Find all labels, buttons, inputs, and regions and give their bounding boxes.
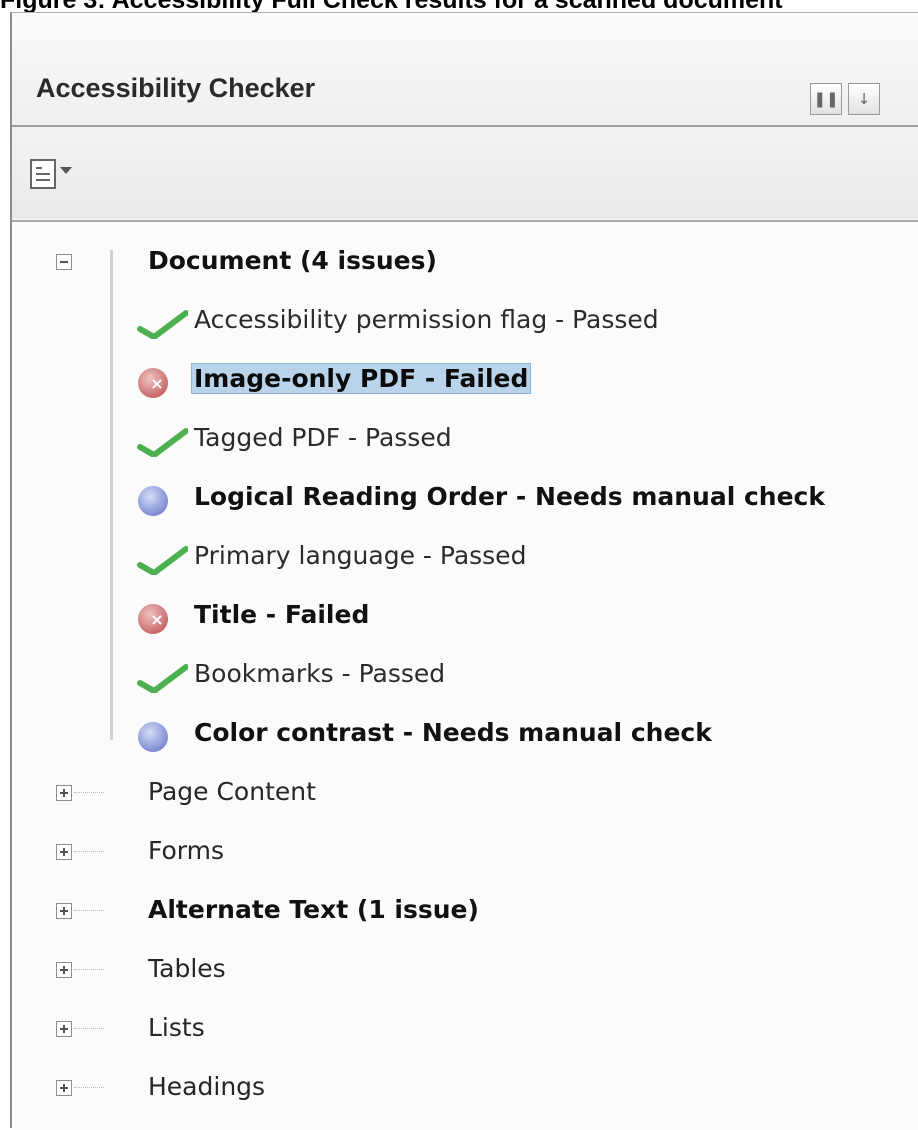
failed-status-icon: × — [134, 366, 188, 398]
expand-toggle-icon[interactable] — [56, 785, 72, 801]
tree-category[interactable]: Forms — [12, 832, 918, 876]
options-menu-button[interactable] — [30, 157, 86, 193]
tree-category-label: Page Content — [148, 777, 316, 806]
tree-category[interactable]: Document (4 issues) — [12, 242, 918, 286]
tree-category-label: Document (4 issues) — [148, 246, 437, 275]
tree-connector — [74, 1087, 104, 1089]
tree-connector — [74, 851, 104, 853]
check-passed-icon — [137, 546, 188, 575]
tree-item[interactable]: Logical Reading Order - Needs manual che… — [12, 478, 918, 522]
tree-item[interactable]: Tagged PDF - Passed — [12, 419, 918, 463]
tree-connector — [74, 1028, 104, 1030]
check-passed-icon — [137, 428, 188, 457]
passed-status-icon — [134, 661, 188, 693]
panel-title: Accessibility Checker — [36, 73, 316, 103]
results-tree: Document (4 issues) Accessibility permiss… — [12, 220, 918, 1130]
accessibility-checker-panel: Accessibility Checker ❚❚ ↓ Document (4 i… — [10, 12, 918, 1130]
check-passed-icon — [137, 310, 188, 339]
tree-item-label: Tagged PDF - Passed — [194, 423, 452, 452]
tree-item[interactable]: Accessibility permission flag - Passed — [12, 301, 918, 345]
tree-connector — [74, 792, 104, 794]
arrow-down-icon: ↓ — [857, 89, 871, 108]
tree-category-label: Lists — [148, 1013, 205, 1042]
tree-item-label: Primary language - Passed — [194, 541, 527, 570]
manual-check-status-icon — [134, 484, 188, 516]
error-circle-icon: × — [138, 604, 168, 634]
expand-toggle-icon[interactable] — [56, 903, 72, 919]
x-mark-icon: × — [150, 610, 164, 629]
list-options-icon — [30, 159, 56, 189]
chevron-down-icon — [60, 167, 72, 174]
collapse-panel-button[interactable]: ❚❚ — [810, 83, 842, 115]
move-down-button[interactable]: ↓ — [848, 83, 880, 115]
tree-category[interactable]: Lists — [12, 1009, 918, 1053]
expand-toggle-icon[interactable] — [56, 1080, 72, 1096]
tree-category-label: Tables — [148, 954, 226, 983]
figure-caption: Figure 3: Accessibility Full Check resul… — [0, 0, 918, 12]
tree-item-label: Accessibility permission flag - Passed — [194, 305, 659, 334]
tree-category[interactable]: Page Content — [12, 773, 918, 817]
tree-item[interactable]: Primary language - Passed — [12, 537, 918, 581]
tree-category[interactable]: Headings — [12, 1068, 918, 1112]
error-circle-icon: × — [138, 368, 168, 398]
tree-item-label: Logical Reading Order - Needs manual che… — [194, 482, 826, 511]
tree-item[interactable]: Color contrast - Needs manual check — [12, 714, 918, 758]
passed-status-icon — [134, 425, 188, 457]
tree-category[interactable]: Alternate Text (1 issue) — [12, 891, 918, 935]
panel-toolbar — [12, 127, 918, 219]
tree-connector — [74, 969, 104, 971]
x-mark-icon: × — [150, 374, 164, 393]
double-bar-icon: ❚❚ — [813, 89, 839, 108]
tree-item-label: Image-only PDF - Failed — [190, 363, 532, 394]
expand-toggle-icon[interactable] — [56, 962, 72, 978]
passed-status-icon — [134, 307, 188, 339]
collapse-toggle-icon[interactable] — [56, 254, 72, 270]
question-circle-icon — [138, 486, 168, 516]
tree-item[interactable]: Bookmarks - Passed — [12, 655, 918, 699]
tree-category[interactable]: Tables — [12, 950, 918, 994]
question-circle-icon — [138, 722, 168, 752]
manual-check-status-icon — [134, 720, 188, 752]
tree-category-label: Forms — [148, 836, 225, 865]
tree-item-label: Bookmarks - Passed — [194, 659, 446, 688]
check-passed-icon — [137, 664, 188, 693]
tree-item[interactable]: × Title - Failed — [12, 596, 918, 640]
tree-item-label: Color contrast - Needs manual check — [194, 718, 712, 747]
tree-connector — [74, 910, 104, 912]
expand-toggle-icon[interactable] — [56, 844, 72, 860]
tree-item[interactable]: × Image-only PDF - Failed — [12, 360, 918, 404]
failed-status-icon: × — [134, 602, 188, 634]
expand-toggle-icon[interactable] — [56, 1021, 72, 1037]
tree-item-label: Title - Failed — [194, 600, 370, 629]
panel-header: Accessibility Checker ❚❚ ↓ — [12, 13, 918, 127]
tree-category-label: Headings — [148, 1072, 266, 1101]
tree-category-label: Alternate Text (1 issue) — [148, 895, 479, 924]
passed-status-icon — [134, 543, 188, 575]
